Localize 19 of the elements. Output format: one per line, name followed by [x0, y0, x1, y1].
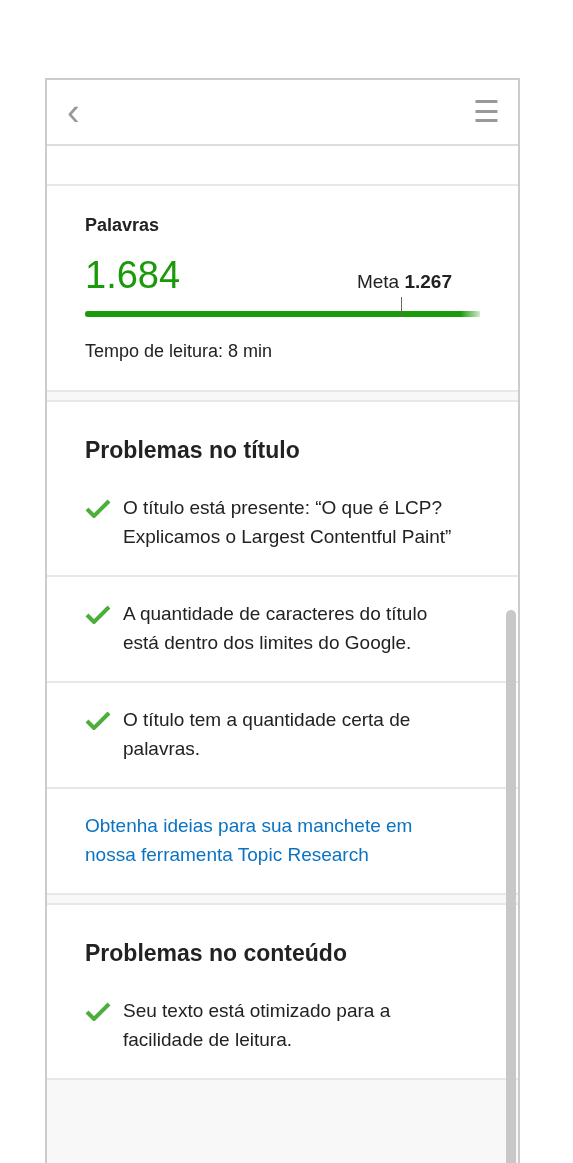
- check-icon: [85, 710, 111, 730]
- check-icon: [85, 1001, 111, 1021]
- word-goal: Meta 1.267: [356, 271, 452, 293]
- scrollbar[interactable]: [506, 610, 516, 1163]
- section-heading: Problemas no título: [84, 436, 301, 465]
- section-heading: Problemas no conteúdo: [84, 939, 348, 968]
- check-icon: [85, 498, 111, 518]
- goal-marker: [401, 297, 402, 317]
- menu-button[interactable]: ☰: [473, 97, 500, 127]
- words-heading: Palavras: [85, 214, 161, 237]
- check-text: Seu texto está otimizado para a facilidade de leitura.: [123, 999, 392, 1052]
- check-text: A quantidade de caracteres do título está dentro dos limites do Google.: [123, 602, 429, 655]
- check-icon: [85, 604, 111, 624]
- check-text: O título tem a quantidade certa de palavras.: [123, 708, 412, 761]
- topic-research-link[interactable]: Obtenha ideias para sua manchete em nossa ferramenta Topic Research: [85, 811, 462, 869]
- word-count: 1.684: [85, 253, 181, 297]
- check-text: O título está presente: “O que é LCP? Explicamos o Largest Contentful Paint”: [123, 496, 453, 549]
- back-button[interactable]: ‹: [67, 93, 80, 131]
- reading-time: Tempo de leitura: 8 min: [85, 341, 274, 362]
